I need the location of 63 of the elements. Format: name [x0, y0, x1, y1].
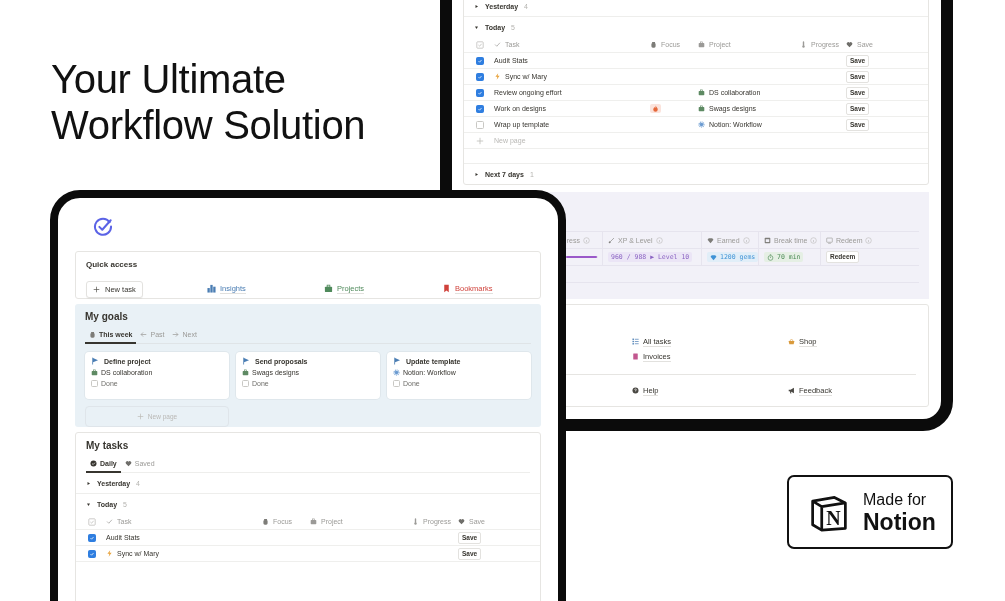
task-checkbox[interactable] [88, 533, 96, 542]
task-checkbox[interactable] [476, 104, 484, 113]
gear-icon [698, 121, 705, 128]
heart-icon [124, 459, 132, 467]
gear-icon [393, 369, 400, 376]
flag-icon [393, 357, 401, 365]
flag-icon [91, 357, 99, 365]
briefcase-icon [698, 89, 705, 96]
task-checkbox[interactable] [88, 549, 96, 558]
section-title: My goals [85, 311, 129, 323]
check-circle-icon [90, 459, 97, 467]
flag-icon [242, 357, 250, 365]
briefcase-icon [698, 105, 705, 112]
check-icon [106, 518, 113, 525]
right-arrow-icon [172, 330, 180, 338]
info-icon [865, 236, 873, 244]
heart-icon [846, 41, 853, 48]
collapsed-triangle-icon[interactable] [474, 3, 479, 9]
briefcase-icon [91, 369, 98, 376]
collapsed-triangle-icon[interactable] [86, 480, 91, 486]
checkbox-column-icon [88, 517, 96, 526]
expanded-triangle-icon[interactable] [474, 24, 479, 30]
diamond-icon [707, 236, 714, 244]
heart-icon [458, 518, 465, 525]
info-icon [583, 236, 590, 244]
left-arrow-icon [140, 330, 148, 338]
info-icon [742, 236, 750, 244]
done-checkbox[interactable] [393, 380, 400, 387]
info-icon [655, 236, 663, 244]
lightning-icon [106, 550, 113, 557]
task-checkbox[interactable] [476, 56, 484, 65]
task-checkbox[interactable] [476, 72, 484, 81]
pen-icon [608, 236, 615, 244]
plus-icon [93, 286, 100, 293]
badge-caption: Made for [863, 489, 928, 509]
briefcase-icon [242, 369, 249, 376]
megaphone-icon [788, 387, 795, 394]
headline: Your Ultimate Workflow Solution [51, 56, 367, 148]
checkbox-column-icon [476, 40, 484, 49]
briefcase-icon [310, 518, 317, 525]
briefcase-icon [698, 41, 705, 48]
lightning-icon [494, 73, 501, 80]
list-icon [632, 338, 639, 345]
task-checkbox[interactable] [476, 88, 484, 97]
calendar-icon [764, 236, 771, 244]
diamond-icon [710, 253, 717, 261]
stopwatch-icon [767, 253, 774, 261]
basket-icon [788, 338, 795, 345]
expanded-triangle-icon[interactable] [86, 501, 91, 507]
section-title: Quick access [86, 260, 139, 270]
document-icon [632, 353, 639, 360]
plus-icon [136, 413, 144, 420]
check-icon [494, 41, 501, 48]
collapsed-triangle-icon[interactable] [474, 171, 479, 177]
info-icon [810, 236, 818, 244]
badge-title: Notion [863, 508, 936, 535]
plus-icon [476, 136, 484, 145]
screen-icon [826, 236, 833, 244]
done-checkbox[interactable] [91, 380, 98, 387]
done-checkbox[interactable] [242, 380, 249, 387]
section-title: My tasks [86, 440, 130, 452]
help-icon [632, 387, 639, 394]
task-checkbox[interactable] [476, 120, 484, 129]
